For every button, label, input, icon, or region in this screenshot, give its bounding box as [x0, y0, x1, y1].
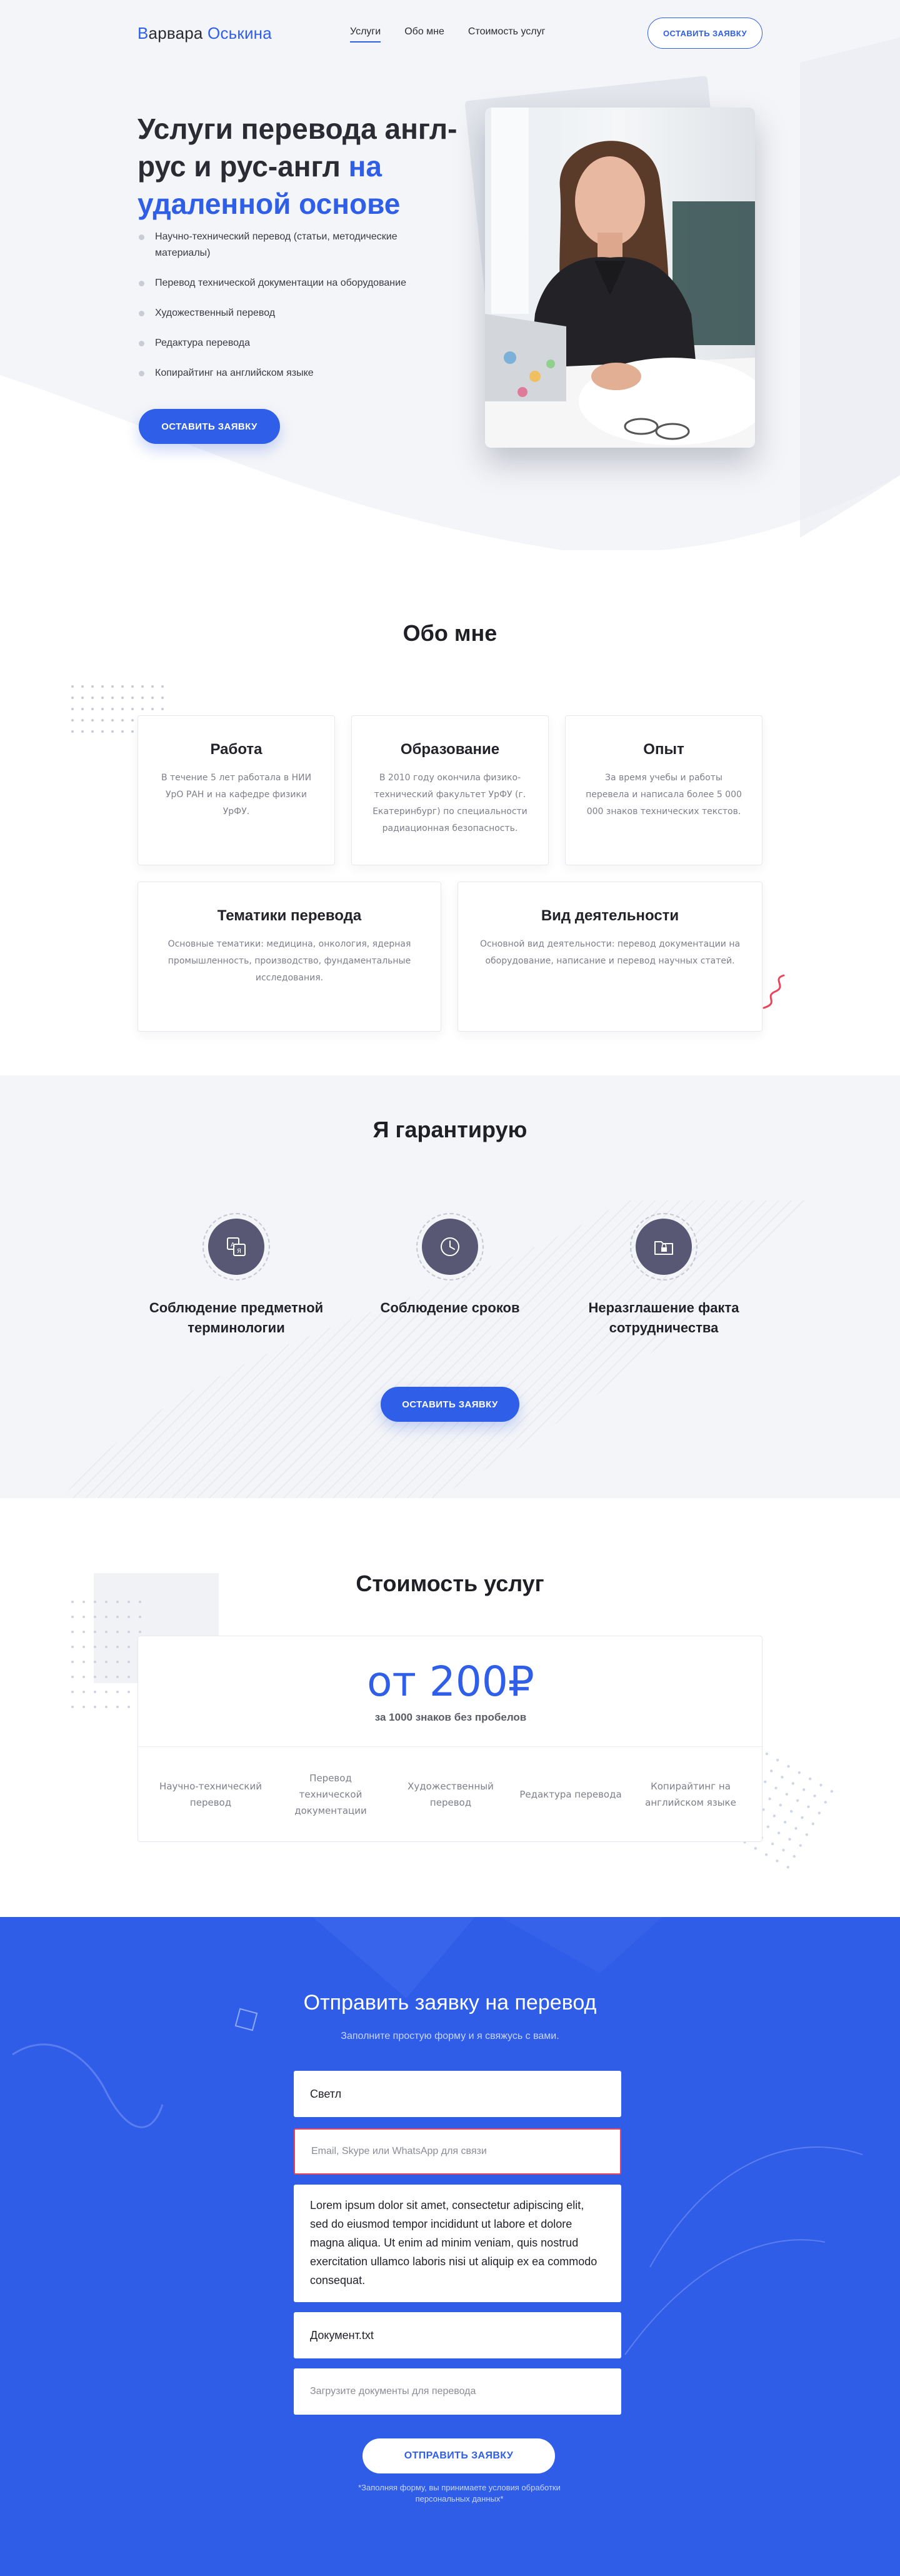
nav-services[interactable]: Услуги	[350, 26, 381, 43]
guarantee-label: Соблюдение сроков	[380, 1300, 520, 1316]
card-text: Основной вид деятельности: перевод докум…	[479, 939, 741, 966]
list-item: Перевод технической документации на обор…	[138, 275, 438, 291]
form-subtitle: Заполните простую форму и я свяжусь с ва…	[341, 2031, 559, 2041]
guarantee-item-deadlines: Соблюдение сроков	[350, 1213, 550, 1318]
about-card-activity: Вид деятельности Основной вид деятельнос…	[458, 882, 762, 1032]
guarantee-item-terminology: AЯ Соблюдение предметной терминологии	[136, 1213, 336, 1338]
about-card-education: Образование В 2010 году окончила физико-…	[351, 715, 549, 865]
card-text: В 2010 году окончила физико-технический …	[372, 773, 528, 833]
logo-first-name: арвара	[148, 24, 203, 43]
hero-section: Варвара Оськина Услуги Обо мне Стоимость…	[0, 0, 900, 550]
submit-button[interactable]: ОТПРАВИТЬ ЗАЯВКУ	[362, 2438, 555, 2473]
main-nav: Услуги Обо мне Стоимость услуг	[350, 26, 545, 43]
name-field[interactable]: Светл	[294, 2071, 621, 2117]
contact-field[interactable]: Email, Skype или WhatsApp для связи	[294, 2128, 621, 2175]
site-header: Варвара Оськина Услуги Обо мне Стоимость…	[138, 18, 762, 49]
guarantee-label: Неразглашение факта сотрудничества	[588, 1300, 739, 1336]
about-card-work: Работа В течение 5 лет работала в НИИ Ур…	[138, 715, 335, 865]
guarantee-title: Я гарантирую	[372, 1117, 528, 1142]
list-item: Редактура перевода	[138, 335, 438, 351]
card-text: Основные тематики: медицина, онкология, …	[168, 939, 411, 983]
nav-prices[interactable]: Стоимость услуг	[468, 26, 546, 43]
price-services: Научно-технический перевод Перевод техни…	[138, 1746, 763, 1843]
about-card-topics: Тематики перевода Основные тематики: мед…	[138, 882, 441, 1032]
file-name-field[interactable]: Документ.txt	[294, 2312, 621, 2358]
squiggle-decoration	[762, 974, 785, 1009]
translate-icon: AЯ	[208, 1219, 264, 1275]
header-cta-button[interactable]: ОСТАВИТЬ ЗАЯВКУ	[648, 18, 762, 49]
services-list: Научно-технический перевод (статьи, мето…	[138, 229, 438, 395]
price-service-item: Копирайтинг на английском языке	[645, 1781, 736, 1808]
card-text: В течение 5 лет работала в НИИ УрО РАН и…	[161, 773, 312, 817]
hero-title: Услуги перевода англ-рус и рус-англ на у…	[138, 110, 462, 223]
guarantee-cta-button[interactable]: ОСТАВИТЬ ЗАЯВКУ	[381, 1387, 519, 1422]
guarantee-item-confidentiality: Неразглашение факта сотрудничества	[564, 1213, 764, 1338]
translator-photo	[485, 108, 755, 448]
guarantee-label: Соблюдение предметной терминологии	[149, 1300, 324, 1336]
list-item: Художественный перевод	[138, 305, 438, 321]
price-service-item: Научно-технический перевод	[159, 1781, 262, 1808]
price-service-item: Перевод технической документации	[294, 1773, 367, 1816]
logo-initial: В	[138, 24, 149, 43]
nav-about[interactable]: Обо мне	[404, 26, 444, 43]
price-service-item: Редактура перевода	[519, 1789, 622, 1800]
portrait-illustration	[485, 108, 755, 448]
svg-text:Я: Я	[237, 1248, 241, 1255]
card-title: Образование	[400, 741, 500, 758]
about-card-experience: Опыт За время учебы и работы перевела и …	[565, 715, 762, 865]
list-item: Научно-технический перевод (статьи, мето…	[138, 229, 438, 261]
clock-icon	[422, 1219, 478, 1275]
price-unit: за 1000 знаков без пробелов	[374, 1711, 527, 1723]
upload-field[interactable]: Загрузите документы для перевода	[294, 2368, 621, 2415]
svg-text:A: A	[231, 1242, 235, 1249]
list-item: Копирайтинг на английском языке	[138, 365, 438, 381]
card-text: За время учебы и работы перевела и напис…	[586, 773, 742, 817]
hero-cta-button[interactable]: ОСТАВИТЬ ЗАЯВКУ	[139, 409, 280, 444]
logo[interactable]: Варвара Оськина	[138, 24, 272, 43]
lock-folder-icon	[636, 1219, 692, 1275]
card-title: Вид деятельности	[541, 907, 679, 924]
hero-title-main: Услуги перевода англ-рус и рус-англ	[138, 113, 458, 183]
guarantee-icon-ring: AЯ	[202, 1213, 270, 1280]
form-title: Отправить заявку на перевод	[303, 1991, 597, 2015]
price-amount: от 200₽	[367, 1658, 534, 1706]
about-title: Обо мне	[402, 620, 498, 646]
guarantee-icon-ring	[416, 1213, 484, 1280]
message-field[interactable]: Lorem ipsum dolor sit amet, consectetur …	[294, 2185, 621, 2302]
price-service-item: Художественный перевод	[408, 1781, 494, 1808]
hero-wave-decoration	[0, 38, 900, 550]
privacy-note: *Заполняя форму, вы принимаете условия о…	[358, 2483, 561, 2503]
price-card: от 200₽ за 1000 знаков без пробелов Науч…	[138, 1636, 763, 1843]
guarantee-icon-ring	[630, 1213, 698, 1280]
card-title: Тематики перевода	[217, 907, 362, 924]
logo-last-name: Оськина	[208, 24, 272, 43]
card-title: Работа	[210, 741, 262, 758]
card-title: Опыт	[643, 741, 684, 758]
